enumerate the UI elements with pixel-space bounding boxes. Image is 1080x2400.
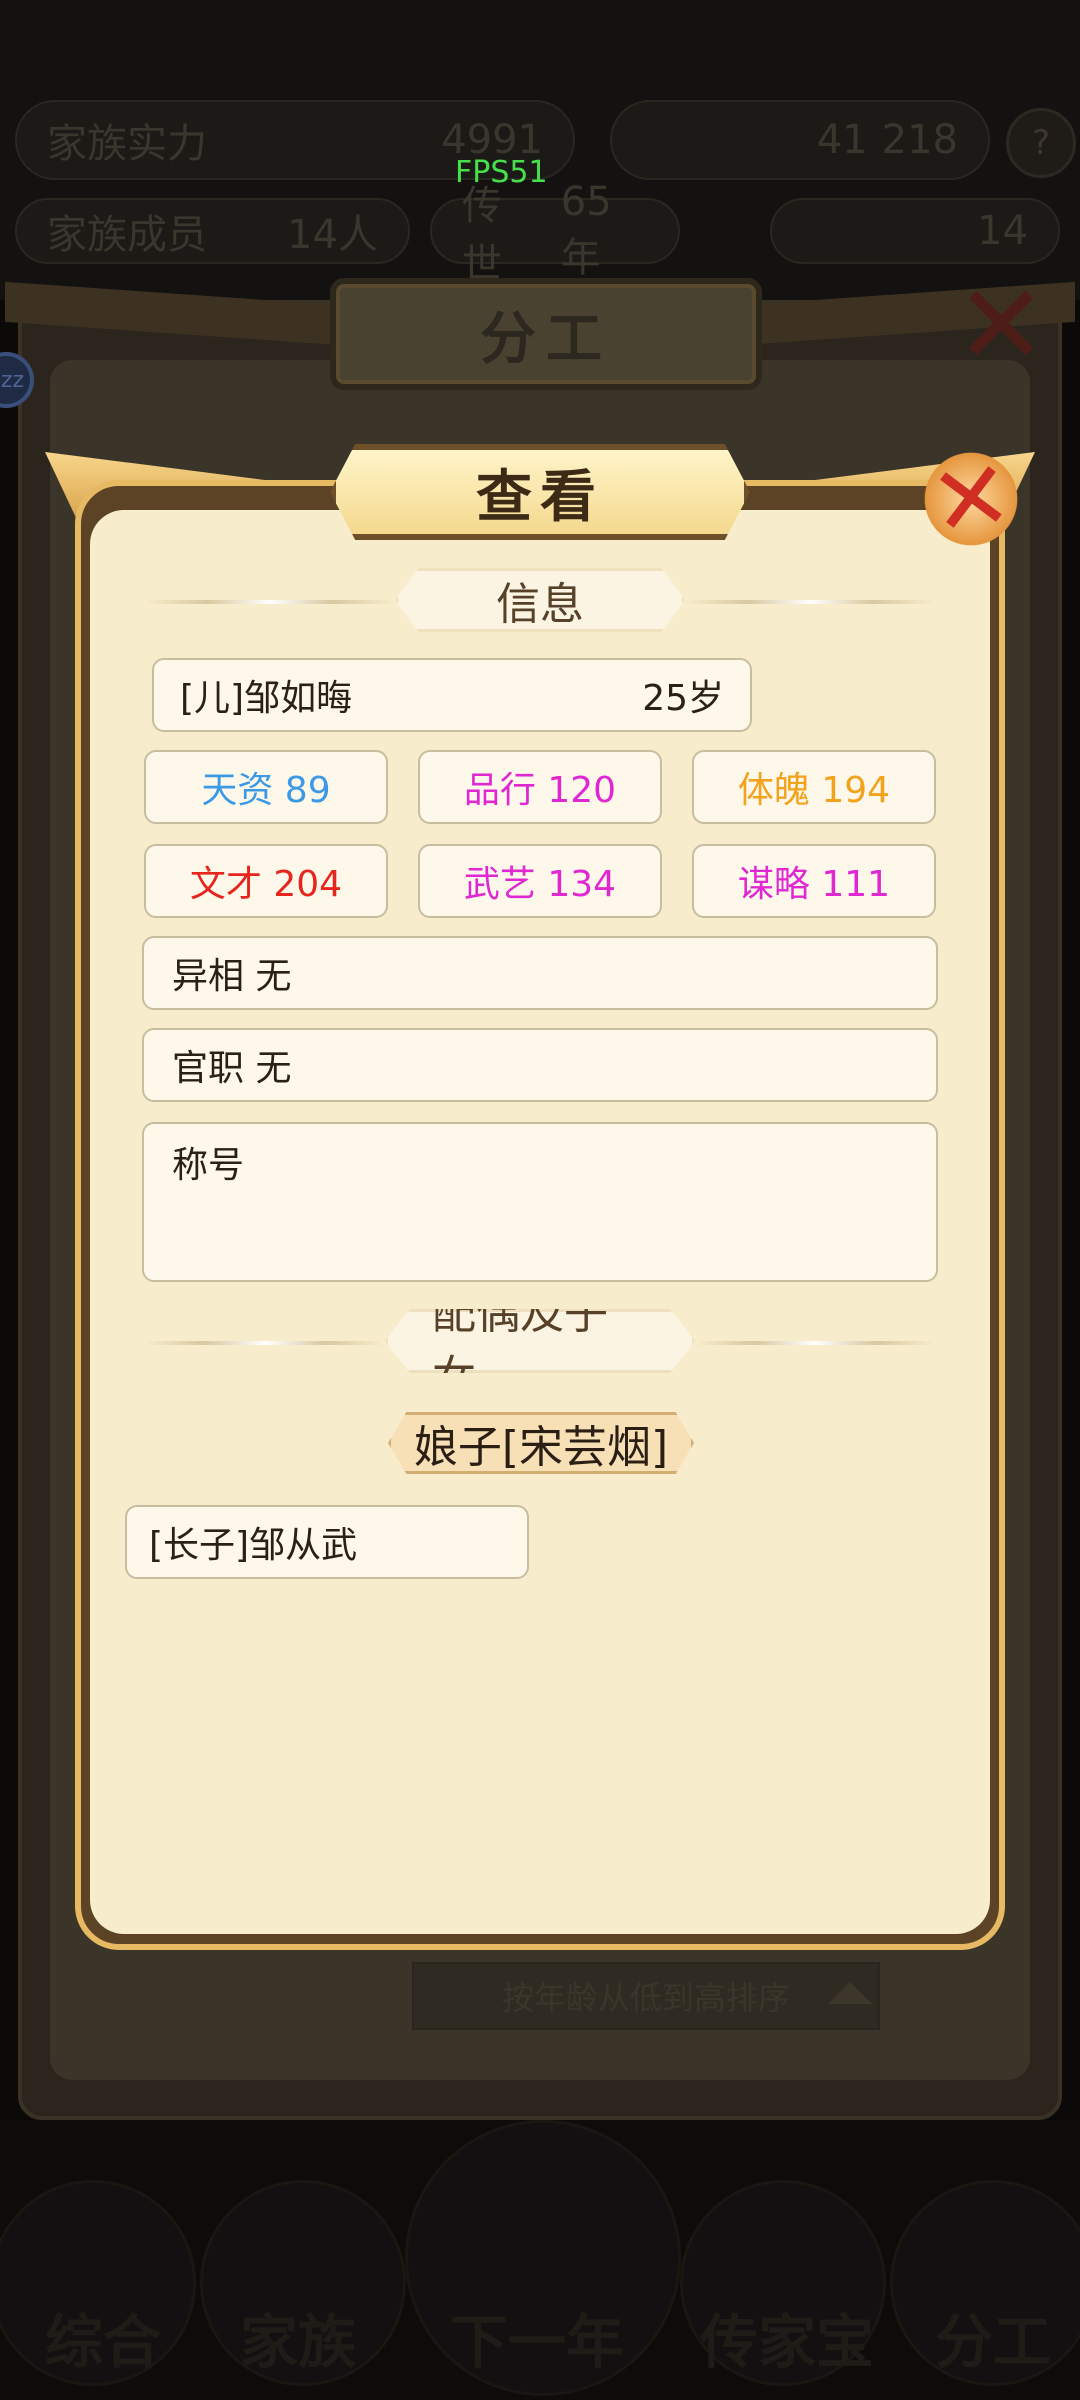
character-name: [儿]邹如晦 [180, 678, 353, 719]
stat-strategy-label: 谋略 111 [737, 864, 891, 905]
stat-martial-label: 武艺 134 [463, 864, 617, 905]
nav-label-overview: 综合 [45, 2308, 162, 2376]
members-value: 14人 [287, 212, 378, 258]
info-divider-right [685, 600, 935, 604]
coins-value: 14 [977, 208, 1028, 254]
lineage-bar: 传世 65年 [430, 179, 680, 287]
help-icon[interactable]: ? [1006, 108, 1076, 178]
stat-conduct-label: 品行 120 [463, 770, 617, 811]
character-age: 25岁 [642, 678, 724, 719]
coins-bar: 14 [770, 198, 1060, 264]
info-section-header: 信息 [395, 568, 685, 632]
title-label: 称号 [172, 1145, 245, 1186]
stat-talent: 天资 89 [144, 750, 388, 824]
dialog-title: 查看 [330, 444, 750, 540]
child-name: [长子]邹从武 [149, 1525, 358, 1566]
nav-label-clan: 家族 [240, 2308, 357, 2376]
close-icon: ✕ [923, 437, 1019, 561]
close-button[interactable]: ✕ [912, 437, 1030, 561]
nav-label-heirloom: 传家宝 [700, 2308, 875, 2376]
lineage-value: 65年 [560, 179, 612, 281]
office-text: 官职 无 [172, 1048, 292, 1089]
office-field: 官职 无 [142, 1028, 938, 1102]
spouse-tag[interactable]: 娘子[宋芸烟] [388, 1412, 694, 1474]
family-divider-left [145, 1341, 385, 1345]
nav-label-division: 分工 [935, 2308, 1052, 2376]
resource-value: 41 [816, 117, 868, 163]
name-age-field: [儿]邹如晦 25岁 [152, 658, 752, 732]
stat-conduct: 品行 120 [418, 750, 662, 824]
lineage-label: 传世 [462, 183, 502, 287]
family-section-header: 配偶及子女 [385, 1309, 695, 1373]
clan-power-label: 家族实力 [47, 121, 207, 167]
background-close-icon: ✕ [955, 261, 1048, 389]
spouse-name: 娘子[宋芸烟] [413, 1422, 669, 1473]
sort-arrow-icon [828, 1982, 872, 2004]
trait-field: 异相 无 [142, 936, 938, 1010]
stat-literary-label: 文才 204 [189, 864, 343, 905]
resource-value-2: 218 [881, 117, 958, 163]
members-bar: 家族成员 14人 [15, 198, 410, 264]
child-item[interactable]: [长子]邹从武 [125, 1505, 529, 1579]
sort-by-age-button: 按年龄从低到高排序 [412, 1962, 880, 2030]
stat-martial: 武艺 134 [418, 844, 662, 918]
stat-talent-label: 天资 89 [201, 770, 331, 811]
stat-strategy: 谋略 111 [692, 844, 936, 918]
stat-literary: 文才 204 [144, 844, 388, 918]
title-field: 称号 [142, 1122, 938, 1282]
info-divider-left [145, 600, 395, 604]
resource-bar: 41 218 [610, 100, 990, 180]
background-panel-title: 分工 [330, 278, 762, 390]
trait-text: 异相 无 [172, 956, 292, 997]
members-label: 家族成员 [47, 212, 207, 258]
family-divider-right [695, 1341, 935, 1345]
stat-physique: 体魄 194 [692, 750, 936, 824]
stat-physique-label: 体魄 194 [737, 770, 891, 811]
nav-label-next-year: 下一年 [450, 2308, 625, 2376]
